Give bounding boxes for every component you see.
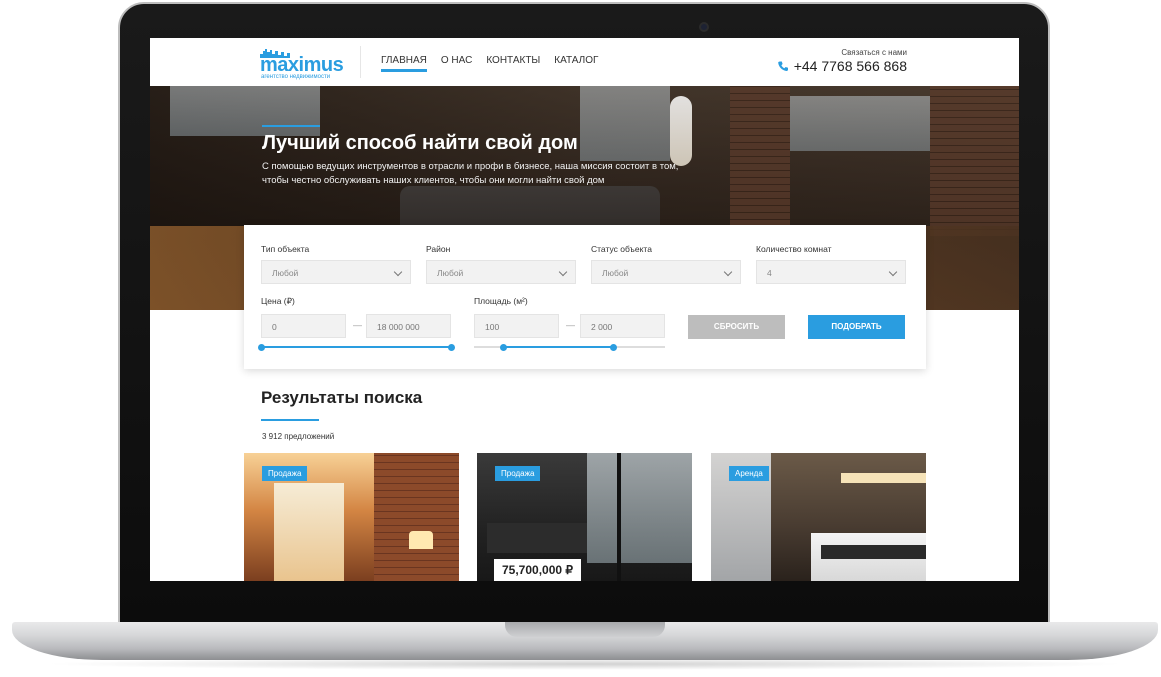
area-slider-fill <box>502 346 614 348</box>
search-panel: Тип объекта Район Статус объекта Количес… <box>244 225 926 369</box>
chevron-down-icon <box>393 267 403 277</box>
district-label: Район <box>426 244 451 254</box>
results-accent-line <box>261 419 319 421</box>
phone-link[interactable]: +44 7768 566 868 <box>777 58 907 74</box>
nav-item-home[interactable]: ГЛАВНАЯ <box>381 55 427 72</box>
logo[interactable]: maximus агентство недвижимости <box>260 48 346 80</box>
search-button[interactable]: ПОДОБРАТЬ <box>808 315 905 339</box>
lamp-icon <box>409 531 433 549</box>
hero-accent-line <box>262 125 320 127</box>
card-bed-runner <box>821 545 926 559</box>
district-value: Любой <box>437 268 464 278</box>
price-label: Цена (₽) <box>261 296 295 306</box>
card-brick-image <box>374 453 459 581</box>
hero-window-right <box>790 96 930 151</box>
contact-label: Связаться с нами <box>841 48 907 57</box>
header-divider <box>360 46 361 78</box>
card-kitchen-image <box>487 523 587 553</box>
rooms-value: 4 <box>767 268 772 278</box>
area-to-input[interactable]: 2 000 <box>580 314 665 338</box>
chevron-down-icon <box>723 267 733 277</box>
chevron-down-icon <box>558 267 568 277</box>
status-value: Любой <box>602 268 629 278</box>
price-slider-min-handle[interactable] <box>258 344 265 351</box>
card-light-strip <box>841 473 926 483</box>
laptop-notch <box>505 622 665 637</box>
hero-title: Лучший способ найти свой дом <box>262 132 578 154</box>
nav-item-contacts[interactable]: КОНТАКТЫ <box>486 55 540 66</box>
results-title: Результаты поиска <box>261 388 423 407</box>
phone-number: +44 7768 566 868 <box>793 58 907 74</box>
card-window-image <box>587 453 692 563</box>
nav-item-about[interactable]: О НАС <box>441 55 472 66</box>
listing-price: 75,700,000 ₽ <box>494 559 582 581</box>
property-type-select[interactable]: Любой <box>261 260 411 284</box>
area-label: Площадь (м²) <box>474 296 528 306</box>
laptop-screen: maximus агентство недвижимости ГЛАВНАЯ О… <box>150 38 1019 581</box>
hero-description: С помощью ведущих инструментов в отрасли… <box>262 161 679 186</box>
area-slider-max-handle[interactable] <box>610 344 618 351</box>
nav-item-catalog[interactable]: КАТАЛОГ <box>554 55 598 66</box>
price-separator: — <box>353 320 362 330</box>
results-count: 3 912 предложений <box>262 432 335 441</box>
card-window-frame <box>617 453 621 581</box>
listing-badge: Продажа <box>495 466 541 481</box>
chevron-down-icon <box>888 267 898 277</box>
hero-lamp <box>670 96 692 166</box>
price-slider-fill <box>261 346 451 348</box>
listing-card[interactable]: Аренда <box>711 453 926 581</box>
status-select[interactable]: Любой <box>591 260 741 284</box>
area-separator: — <box>566 320 575 330</box>
hero-brick-wall <box>730 86 790 226</box>
listing-badge: Аренда <box>729 466 769 481</box>
rooms-label: Количество комнат <box>756 244 832 254</box>
status-label: Статус объекта <box>591 244 652 254</box>
logo-subtitle: агентство недвижимости <box>261 74 331 80</box>
district-select[interactable]: Любой <box>426 260 576 284</box>
property-type-value: Любой <box>272 268 299 278</box>
area-slider-min-handle[interactable] <box>499 344 507 351</box>
hero-brick-wall-right <box>930 86 1019 236</box>
hero-window-left <box>170 86 320 136</box>
hero-window-center <box>580 86 670 161</box>
main-nav: ГЛАВНАЯ О НАС КОНТАКТЫ КАТАЛОГ <box>381 55 598 72</box>
card-window-image <box>274 483 344 581</box>
site-header: maximus агентство недвижимости ГЛАВНАЯ О… <box>150 38 1019 86</box>
listing-card[interactable]: Продажа <box>244 453 459 581</box>
camera-icon <box>699 22 709 32</box>
price-from-input[interactable]: 0 <box>261 314 346 338</box>
area-from-input[interactable]: 100 <box>474 314 559 338</box>
price-slider-max-handle[interactable] <box>448 344 455 351</box>
listing-badge: Продажа <box>262 466 308 481</box>
price-to-input[interactable]: 18 000 000 <box>366 314 451 338</box>
phone-icon <box>777 61 788 71</box>
rooms-select[interactable]: 4 <box>756 260 906 284</box>
listing-card[interactable]: Продажа 75,700,000 ₽ <box>477 453 692 581</box>
reset-button[interactable]: СБРОСИТЬ <box>688 315 785 339</box>
property-type-label: Тип объекта <box>261 244 310 254</box>
